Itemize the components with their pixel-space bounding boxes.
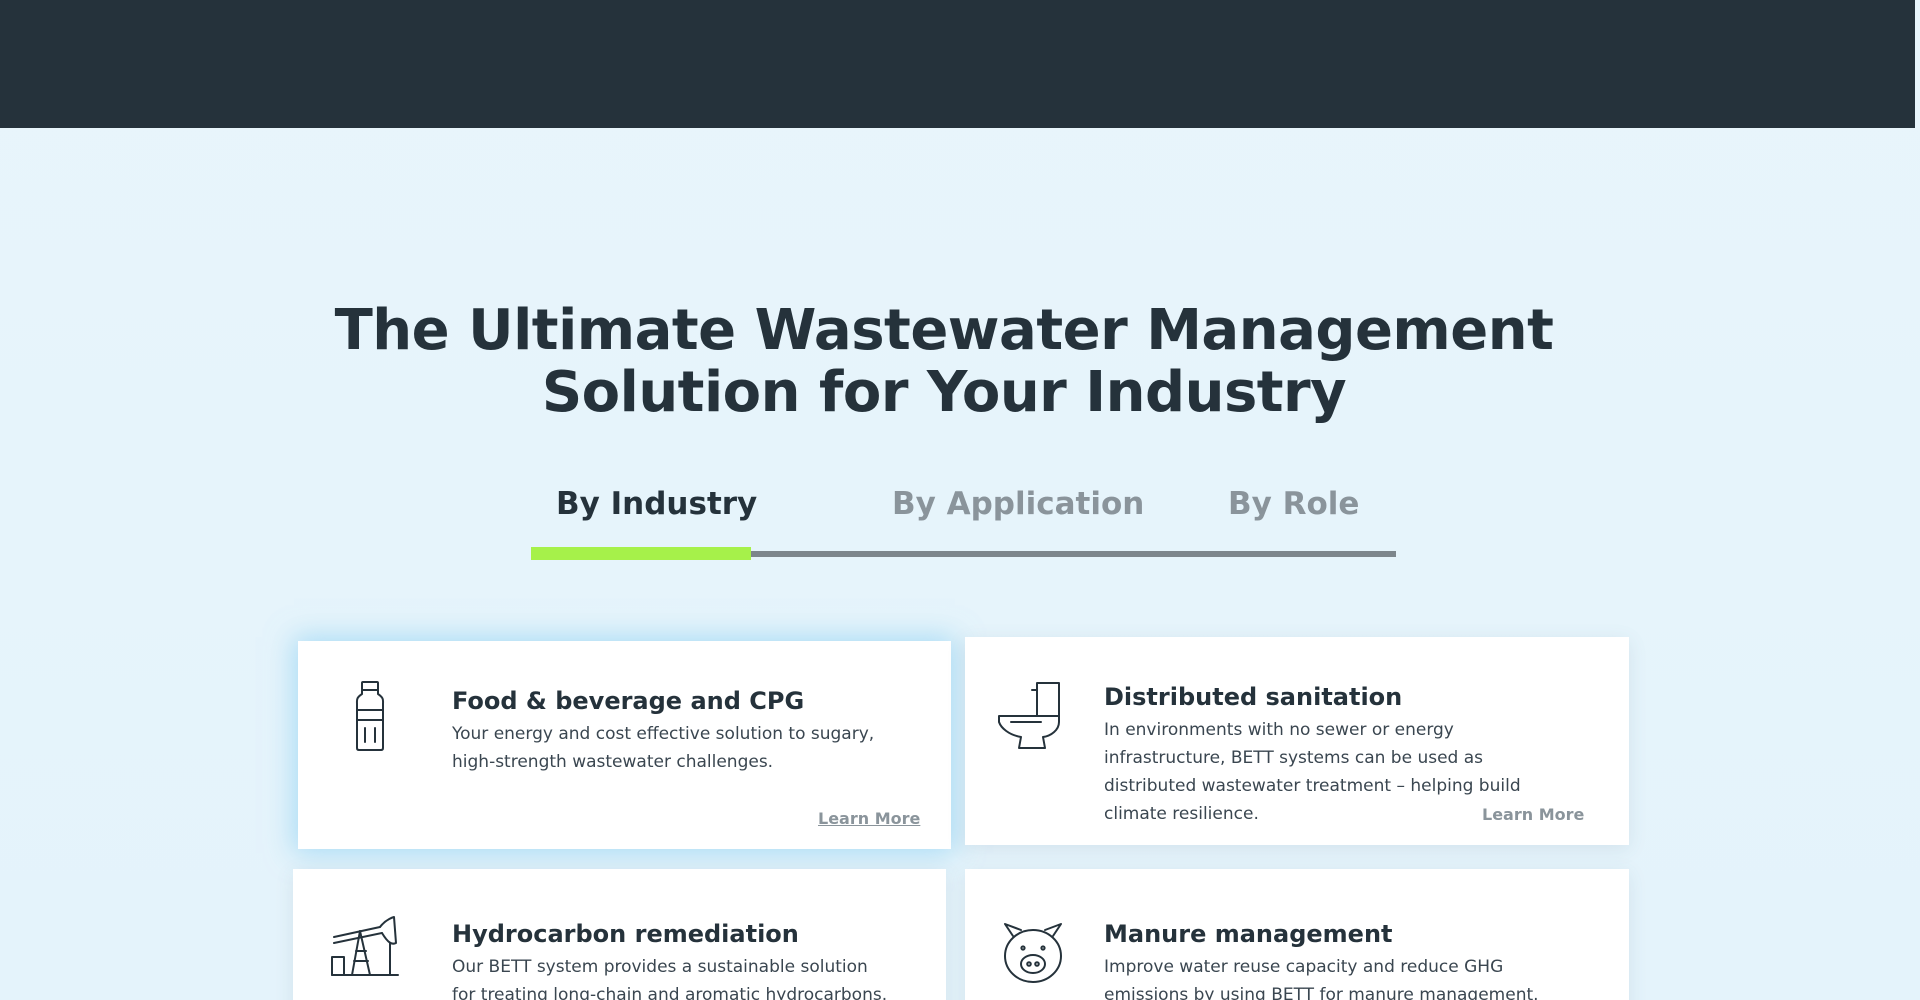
card-title: Manure management bbox=[1104, 920, 1393, 948]
tab-by-role[interactable]: By Role bbox=[1228, 484, 1359, 524]
category-tabs: By Industry By Application By Role bbox=[0, 0, 1920, 600]
card-description: Improve water reuse capacity and reduce … bbox=[1104, 957, 1539, 1000]
page: The Ultimate Wastewater Management Solut… bbox=[0, 0, 1920, 1000]
tab-by-application[interactable]: By Application bbox=[892, 484, 1144, 524]
active-tab-indicator bbox=[531, 547, 751, 560]
toilet-icon bbox=[997, 680, 1063, 750]
learn-more-link[interactable]: Learn More bbox=[1482, 805, 1584, 824]
card-description: Our BETT system provides a sustainable s… bbox=[452, 957, 888, 1000]
card-title: Hydrocarbon remediation bbox=[452, 920, 799, 948]
oil-pump-icon bbox=[330, 913, 400, 979]
card-title: Distributed sanitation bbox=[1104, 683, 1403, 711]
card-description: Your energy and cost effective solution … bbox=[452, 724, 875, 772]
pig-icon bbox=[999, 922, 1067, 984]
tab-by-industry[interactable]: By Industry bbox=[556, 484, 757, 524]
bottle-icon bbox=[345, 680, 395, 752]
learn-more-link[interactable]: Learn More bbox=[818, 809, 920, 828]
card-title: Food & beverage and CPG bbox=[452, 687, 805, 715]
